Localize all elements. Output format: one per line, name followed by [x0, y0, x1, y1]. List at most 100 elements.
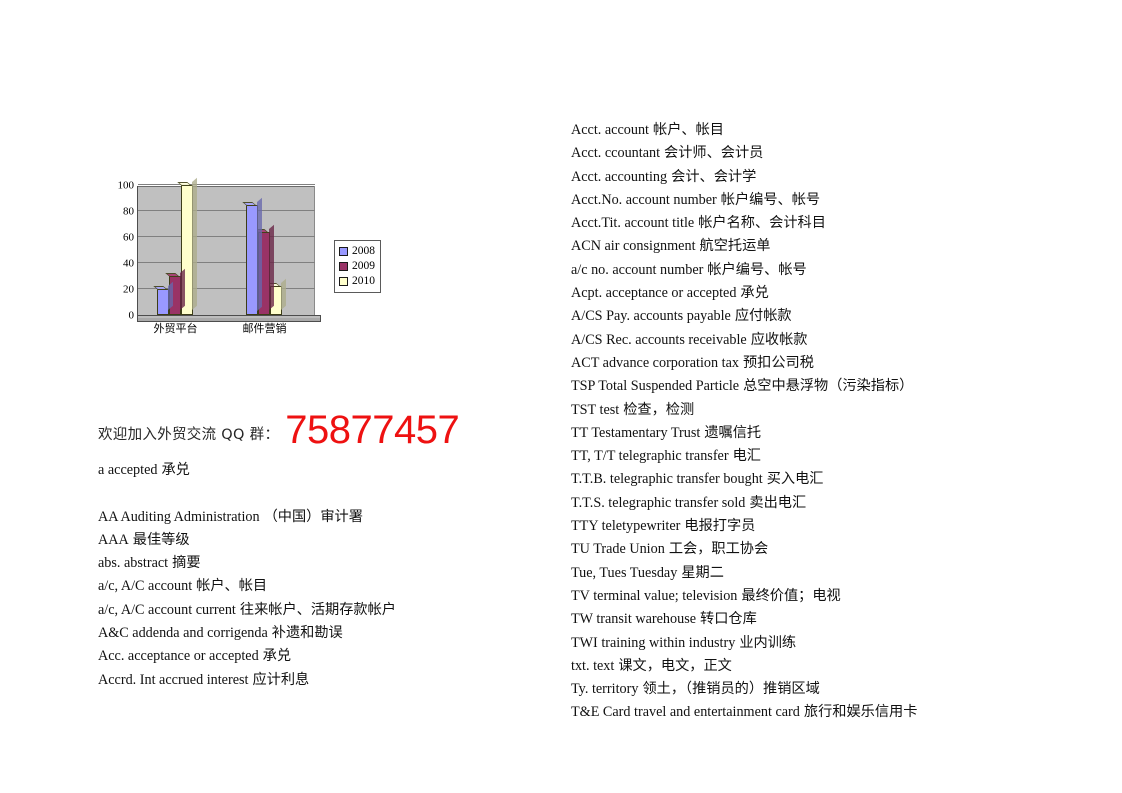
left-glossary-entry: a/c, A/C account 帐户、帐目 — [98, 575, 396, 598]
glossary-gloss: （中国）审计署 — [263, 508, 363, 525]
glossary-term: Accrd. Int accrued interest — [98, 671, 249, 688]
left-glossary-entry: Accrd. Int accrued interest 应计利息 — [98, 669, 396, 692]
glossary-gloss: 帐户、帐目 — [653, 122, 724, 138]
glossary-term: a/c, A/C account current — [98, 601, 236, 618]
gridline-80 — [138, 210, 315, 211]
glossary-gloss: 应付帐款 — [734, 308, 792, 325]
glossary-term: AA Auditing Administration — [98, 508, 260, 525]
bar-top-face — [152, 286, 168, 290]
glossary-gloss: 承兑 — [262, 648, 292, 665]
glossary-term: a/c, A/C account — [98, 578, 193, 595]
plot-right-edge — [314, 186, 315, 315]
glossary-term: Acct. accounting — [571, 168, 668, 185]
right-glossary-entry: TSP Total Suspended Particle 总空中悬浮物（污染指标） — [571, 375, 917, 398]
right-glossary-entry: Acpt. acceptance or accepted 承兑 — [571, 282, 917, 305]
glossary-term: Tue, Tues Tuesday — [571, 564, 678, 581]
glossary-term: Acc. acceptance or accepted — [98, 648, 259, 665]
right-glossary-entry: T&E Card travel and entertainment card 旅行… — [571, 701, 917, 724]
glossary-gloss: 往来帐户、活期存款帐户 — [239, 601, 396, 618]
right-glossary-entry: TU Trade Union 工会，职工协会 — [571, 538, 917, 561]
chart-base-plinth-top — [138, 316, 320, 318]
y-axis-tick-100: 100 — [117, 179, 135, 192]
legend-swatch-2008 — [339, 247, 348, 256]
right-glossary-entry: Ty. territory 领土，（推销员的）推销区域 — [571, 678, 917, 701]
glossary-term: TST test — [571, 401, 620, 418]
right-glossary-entry: TWI training within industry 业内训练 — [571, 632, 917, 655]
glossary-gloss: 帐户编号、帐号 — [707, 261, 807, 278]
right-glossary-entry: Tue, Tues Tuesday 星期二 — [571, 562, 917, 585]
bar-side-face — [280, 279, 286, 310]
glossary-term: Acct. ccountant — [571, 145, 661, 162]
glossary-gloss: 遗嘱信托 — [704, 424, 762, 441]
legend-item-2008: 2008 — [339, 244, 375, 259]
right-glossary-entry: TW transit warehouse 转口仓库 — [571, 608, 917, 631]
glossary-term: Ty. territory — [571, 681, 639, 698]
plot-top-edge — [138, 186, 315, 187]
right-glossary-entry: Acct.Tit. account title 帐户名称、会计科目 — [571, 212, 917, 235]
left-glossary-entry: abs. abstract 摘要 — [98, 552, 396, 575]
y-axis-tick-labels: 0 20 40 60 80 100 — [112, 180, 136, 321]
legend-label-2009: 2009 — [352, 259, 375, 272]
glossary-gloss: 补遗和勘误 — [271, 625, 343, 642]
bar-side-face — [191, 177, 197, 310]
glossary-term: T.T.S. telegraphic transfer sold — [571, 494, 746, 511]
glossary-gloss: 帐户名称、会计科目 — [698, 215, 826, 232]
glossary-term: T&E Card travel and entertainment card — [571, 704, 800, 721]
glossary-term: abs. abstract — [98, 555, 169, 572]
glossary-term: a accepted — [98, 462, 158, 478]
right-glossary-entry: T.T.B. telegraphic transfer bought 买入电汇 — [571, 468, 917, 491]
left-glossary-spacer — [98, 482, 396, 505]
bar-side-face — [268, 224, 274, 310]
glossary-term: TT, T/T telegraphic transfer — [571, 448, 729, 465]
glossary-term: A/CS Pay. accounts payable — [571, 308, 731, 325]
glossary-term: ACT advance corporation tax — [571, 354, 739, 371]
chart-legend: 2008 2009 2010 — [334, 240, 381, 293]
glossary-gloss: 最佳等级 — [132, 531, 190, 548]
bar-2008-外贸平台 — [152, 281, 173, 315]
glossary-left-column: a accepted 承兑 AA Auditing Administration （… — [98, 459, 396, 692]
glossary-gloss: 应收帐款 — [750, 331, 808, 348]
glossary-term: A&C addenda and corrigenda — [98, 625, 268, 642]
y-axis-tick-60: 60 — [123, 231, 134, 244]
right-glossary-entry: A/CS Rec. accounts receivable 应收帐款 — [571, 329, 917, 352]
right-glossary-entry: Acct.No. account number 帐户编号、帐号 — [571, 189, 917, 212]
glossary-term: T.T.B. telegraphic transfer bought — [571, 471, 763, 488]
right-glossary-entry: TT, T/T telegraphic transfer 电汇 — [571, 445, 917, 468]
glossary-gloss: 承兑 — [740, 285, 769, 302]
bar-top-face — [241, 201, 257, 206]
right-glossary-entry: Acct. ccountant 会计师、会计员 — [571, 142, 917, 165]
legend-swatch-2010 — [339, 277, 348, 286]
qq-group-number: 75877457 — [285, 408, 460, 452]
glossary-gloss: 帐户、帐目 — [196, 578, 268, 595]
legend-swatch-2009 — [339, 262, 348, 271]
right-glossary-entry: TST test 检查，检测 — [571, 399, 917, 422]
legend-label-2008: 2008 — [352, 244, 375, 257]
left-glossary-entry: Acc. acceptance or accepted 承兑 — [98, 645, 396, 668]
glossary-term: TW transit warehouse — [571, 611, 697, 628]
glossary-gloss: 领土，（推销员的）推销区域 — [642, 681, 820, 698]
chart-plot-area — [137, 177, 315, 316]
bar-side-face — [167, 281, 173, 310]
right-glossary-entry: Acct. account 帐户、帐目 — [571, 119, 917, 142]
right-glossary-entry: ACN air consignment 航空托运单 — [571, 235, 917, 258]
glossary-gloss: 会计、会计学 — [671, 168, 757, 185]
glossary-term: TTY teletypewriter — [571, 518, 681, 535]
left-glossary-entry: A&C addenda and corrigenda 补遗和勘误 — [98, 622, 396, 645]
right-glossary-entry: TT Testamentary Trust 遗嘱信托 — [571, 422, 917, 445]
glossary-gloss: 工会，职工协会 — [668, 541, 769, 558]
gridline-40 — [138, 262, 315, 263]
glossary-term: Acct. account — [571, 122, 649, 138]
bar-chart: 0 20 40 60 80 100 外贸平台 邮件营销 2008 2009 2010 — [112, 177, 382, 335]
glossary-term: ACN air consignment — [571, 238, 696, 255]
right-glossary-entry: ACT advance corporation tax 预扣公司税 — [571, 352, 917, 375]
glossary-gloss: 应计利息 — [252, 671, 310, 688]
x-axis-tick-0: 外贸平台 — [153, 322, 198, 335]
left-glossary-entry: a/c, A/C account current 往来帐户、活期存款帐户 — [98, 599, 396, 622]
right-glossary-entry: TTY teletypewriter 电报打字员 — [571, 515, 917, 538]
legend-item-2009: 2009 — [339, 259, 375, 274]
glossary-term: A/CS Rec. accounts receivable — [571, 331, 747, 348]
bar-side-face — [179, 268, 185, 310]
glossary-gloss: 电汇 — [732, 448, 761, 465]
legend-label-2010: 2010 — [352, 274, 375, 287]
glossary-gloss: 摘要 — [172, 555, 201, 572]
